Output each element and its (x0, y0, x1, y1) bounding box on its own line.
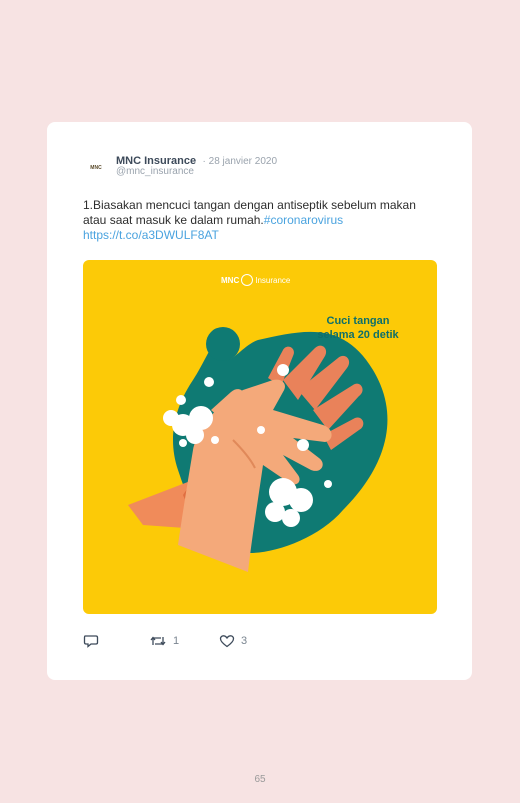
brand-suffix: Insurance (255, 275, 291, 285)
author-handle[interactable]: @mnc_insurance (116, 166, 194, 177)
image-caption: Cuci tangan selama 20 detik (303, 314, 413, 342)
retweet-icon (150, 636, 166, 646)
tweet-actions: 1 3 (83, 634, 443, 654)
tweet-date[interactable]: · 28 janvier 2020 (203, 156, 278, 167)
brand-mark-icon (241, 274, 254, 286)
avatar-logo: MNC (90, 165, 102, 171)
hashtag-link[interactable]: #coronarovirus (264, 213, 343, 227)
tweet-body: 1.Biasakan mencuci tangan dengan antisep… (83, 198, 416, 227)
heart-icon (219, 635, 235, 648)
tweet-text: 1.Biasakan mencuci tangan dengan antisep… (83, 198, 428, 243)
reply-icon (83, 635, 99, 648)
like-button[interactable]: 3 (219, 634, 247, 648)
tweet-image[interactable]: MNC Insurance Cuci tangan selama 20 deti… (83, 260, 437, 614)
url-link[interactable]: https://t.co/a3DWULF8AT (83, 228, 219, 242)
tweet-card: MNC MNC Insurance · 28 janvier 2020 @mnc… (47, 122, 472, 680)
like-count: 3 (241, 635, 248, 647)
caption-line1: Cuci tangan (326, 315, 390, 327)
avatar[interactable]: MNC (83, 155, 109, 181)
page-number: 65 (254, 774, 266, 785)
brand-name: MNC (221, 275, 240, 285)
caption-line2: selama 20 detik (317, 329, 399, 341)
brand-logo: MNC Insurance (221, 274, 290, 286)
reply-button[interactable] (83, 634, 99, 648)
retweet-button[interactable]: 1 (149, 634, 179, 648)
retweet-count: 1 (173, 635, 180, 647)
